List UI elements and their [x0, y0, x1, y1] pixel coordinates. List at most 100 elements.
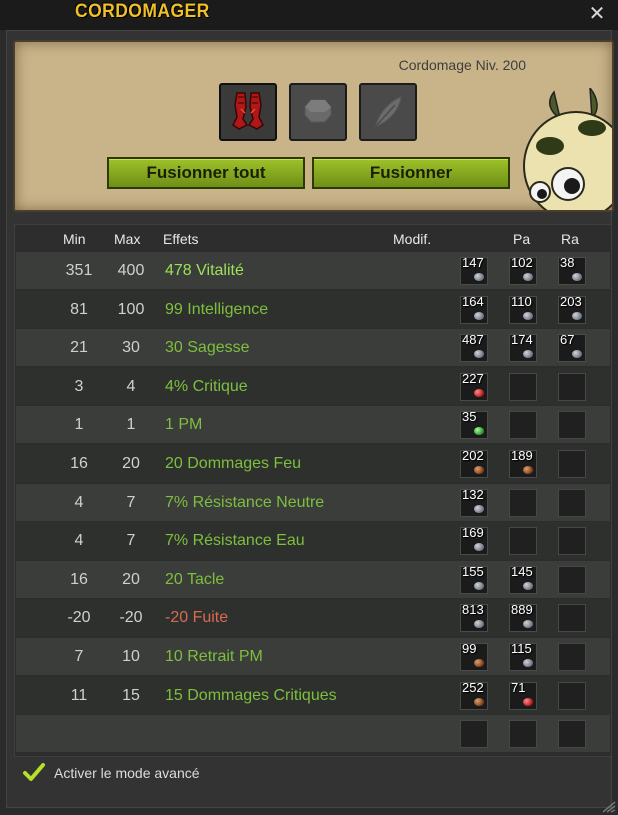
row-max: 1: [126, 416, 136, 434]
header-ra: Ra: [561, 231, 579, 247]
row-effect: -20 Fuite: [165, 609, 229, 627]
row-min: 7: [74, 648, 84, 665]
feather-slot-icon: [374, 96, 402, 128]
rune-slot-pa[interactable]: 189: [509, 448, 537, 478]
feather-slot[interactable]: [359, 83, 417, 141]
row-effect: 7% Résistance Neutre: [165, 493, 325, 511]
runes-slot[interactable]: [289, 83, 347, 141]
row-max: 7: [126, 532, 136, 550]
rune-slot-modif[interactable]: 813: [460, 602, 488, 633]
rune-slot-ra[interactable]: [558, 372, 586, 401]
row-min: -20: [67, 609, 91, 627]
rune-slot-modif[interactable]: 132: [460, 487, 488, 517]
rune-slot-modif[interactable]: 99: [460, 641, 488, 671]
craft-panel: Cordomage Niv. 200 Fusionner tout Fusion…: [13, 40, 614, 212]
rune-gem-icon: [474, 273, 484, 281]
rune-slot-modif[interactable]: [460, 720, 488, 749]
advanced-mode-row: Activer le mode avancé: [22, 758, 422, 788]
table-row: 81 100 99 Intelligence 164 110 203: [16, 290, 610, 328]
rune-slot-ra[interactable]: [558, 720, 586, 749]
row-min: 21: [70, 339, 88, 357]
rune-slot-ra[interactable]: [558, 681, 586, 710]
boots-item-slot[interactable]: [219, 83, 277, 141]
rune-slot-pa[interactable]: [509, 488, 537, 517]
resize-handle-icon[interactable]: [602, 801, 616, 813]
row-min: 81: [70, 300, 88, 318]
rune-slot-modif[interactable]: 169: [460, 525, 488, 556]
boots-item-icon: [232, 92, 264, 130]
rune-count: 110: [511, 293, 532, 309]
rune-gem-icon: [523, 697, 533, 706]
table-row: -20 -20 -20 Fuite 813 889: [16, 599, 610, 637]
table-row: 21 30 30 Sagesse 487 174 67: [16, 329, 610, 367]
rune-gem-icon: [474, 427, 484, 436]
row-effect: 1 PM: [165, 416, 203, 434]
row-max: 100: [117, 300, 145, 318]
rune-slot-modif[interactable]: 252: [460, 680, 488, 710]
rune-gem-icon: [474, 388, 484, 397]
rune-slot-modif[interactable]: 35: [460, 409, 488, 440]
header-pa: Pa: [513, 231, 531, 247]
rune-slot-ra[interactable]: [558, 450, 586, 478]
rune-slot-modif[interactable]: 155: [460, 564, 488, 594]
row-max: 400: [117, 262, 145, 279]
rune-slot-pa[interactable]: [509, 720, 537, 749]
rune-slot-pa[interactable]: 889: [509, 602, 537, 633]
rune-gem-icon: [523, 311, 533, 320]
row-min: 11: [70, 686, 88, 704]
advanced-mode-label: Activer le mode avancé: [54, 765, 200, 781]
row-min: 3: [74, 377, 84, 395]
rune-count: 169: [462, 525, 484, 541]
rune-gem-icon: [523, 350, 533, 359]
rune-slot-pa[interactable]: [509, 411, 537, 440]
close-icon[interactable]: ✕: [586, 2, 608, 24]
window-title: CORDOMAGER: [75, 1, 210, 22]
rune-slot-modif[interactable]: 227: [460, 371, 488, 401]
table-row: 11 15 15 Dommages Critiques 252 71: [16, 676, 610, 714]
table-row: 16 20 20 Dommages Feu 202 189: [16, 445, 610, 482]
rune-slot-modif[interactable]: 202: [460, 448, 488, 478]
table-row: 16 20 20 Tacle 155 145: [16, 560, 610, 598]
rune-count: 145: [511, 563, 533, 579]
header-modif: Modif.: [393, 231, 432, 247]
rune-slot-pa[interactable]: 102: [509, 255, 537, 285]
rune-gem-icon: [474, 697, 484, 706]
rune-slot-ra[interactable]: [558, 643, 586, 671]
rune-slot-ra[interactable]: [558, 488, 586, 517]
rune-slot-ra[interactable]: [558, 565, 586, 594]
rune-slot-ra[interactable]: [558, 527, 586, 556]
fuse-all-button[interactable]: Fusionner tout: [107, 157, 305, 189]
rune-slot-pa[interactable]: 110: [509, 293, 537, 324]
rune-count: 164: [462, 293, 484, 309]
row-effect: 7% Résistance Eau: [165, 532, 305, 550]
row-max: 15: [122, 686, 140, 704]
rune-slot-modif[interactable]: 147: [460, 255, 488, 285]
rune-slot-pa[interactable]: 145: [509, 563, 537, 594]
rune-slot-modif[interactable]: 487: [460, 332, 488, 363]
rune-slot-pa[interactable]: 174: [509, 332, 537, 363]
rune-gem-icon: [474, 659, 484, 667]
title-bar[interactable]: CORDOMAGER ✕: [0, 0, 618, 30]
table-row: 3 4 4% Critique 227: [16, 367, 610, 405]
rune-gem-icon: [572, 311, 582, 320]
rune-slot-ra[interactable]: [558, 411, 586, 440]
table-row: [16, 715, 610, 753]
row-max: -20: [119, 609, 143, 627]
craft-level-label: Cordomage Niv. 200: [398, 57, 526, 73]
table-row: 4 7 7% Résistance Eau 169: [16, 522, 610, 560]
rune-gem-icon: [474, 543, 484, 552]
rune-slot-ra[interactable]: [558, 604, 586, 633]
rune-slot-pa[interactable]: [509, 527, 537, 556]
rune-slot-pa[interactable]: 71: [509, 680, 537, 710]
fuse-button[interactable]: Fusionner: [312, 157, 510, 189]
rune-slot-pa[interactable]: [509, 372, 537, 401]
rune-slot-ra[interactable]: 203: [558, 294, 586, 324]
rune-slot-modif[interactable]: 164: [460, 293, 488, 324]
advanced-mode-checkbox[interactable]: [22, 760, 46, 784]
rune-slot-pa[interactable]: 115: [509, 641, 537, 671]
rune-slot-ra[interactable]: 38: [558, 255, 586, 285]
row-max: 7: [126, 493, 136, 511]
row-max: 30: [122, 339, 140, 357]
row-min: 16: [70, 570, 88, 588]
rune-slot-ra[interactable]: 67: [558, 332, 586, 363]
